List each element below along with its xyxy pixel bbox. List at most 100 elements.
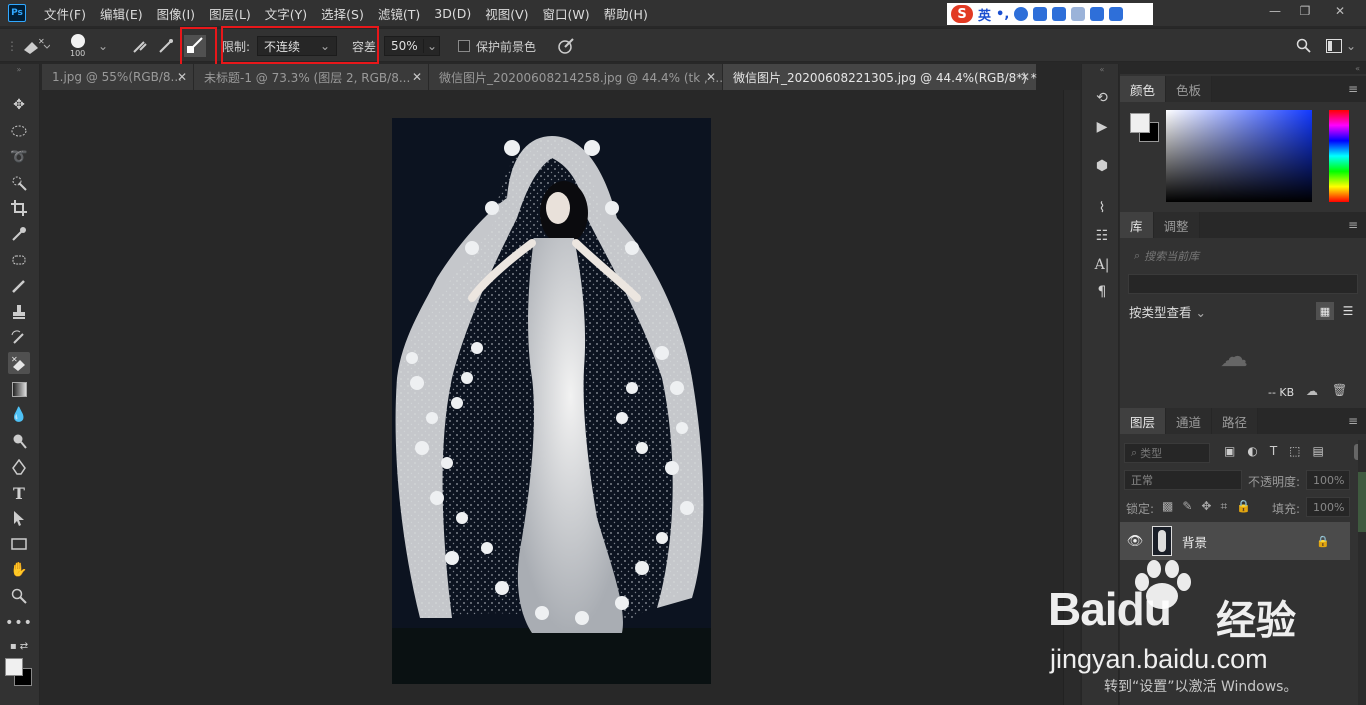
shape-filter-icon[interactable]: ⬚ (1289, 444, 1300, 458)
fg-color-chip[interactable] (1130, 113, 1150, 133)
menu-window[interactable]: 窗口(W) (543, 4, 590, 23)
trash-icon[interactable]: 🗑 (1332, 383, 1347, 397)
more-tools-icon[interactable]: ••• (5, 612, 32, 634)
foreground-color-swatch[interactable] (5, 658, 23, 676)
blend-mode-select[interactable]: 正常 (1124, 470, 1242, 490)
tab-layers[interactable]: 图层 (1120, 408, 1167, 434)
blur-tool-icon[interactable]: 💧 (8, 404, 30, 426)
close-icon[interactable]: ✕ (706, 70, 716, 84)
tab-document-4[interactable]: 微信图片_20200608221305.jpg @ 44.4%(RGB/8*) … (723, 64, 1037, 90)
ime-punct[interactable]: •, (996, 7, 1009, 22)
menu-image[interactable]: 图像(I) (157, 4, 195, 23)
minimize-icon[interactable]: — (1260, 0, 1290, 22)
color-field[interactable] (1166, 110, 1312, 202)
cloud-sync-icon[interactable]: ☁ (1306, 384, 1318, 398)
type-filter-icon[interactable]: T (1270, 444, 1277, 458)
history-panel-icon[interactable]: ⟲ (1092, 88, 1112, 108)
menu-view[interactable]: 视图(V) (485, 4, 528, 23)
properties-panel-icon[interactable]: ☷ (1092, 226, 1112, 246)
character-panel-icon[interactable]: A| (1092, 255, 1112, 275)
tool-preset-picker[interactable]: ✕ (20, 29, 50, 63)
keyboard-icon[interactable] (1052, 7, 1067, 21)
collapse-arrows-icon[interactable]: « (1092, 64, 1112, 74)
quick-selection-tool-icon[interactable] (8, 172, 30, 194)
default-colors-icon[interactable]: ▪ ⇄ (8, 638, 30, 654)
tab-adjustments[interactable]: 调整 (1153, 212, 1200, 238)
type-tool-icon[interactable]: T (8, 482, 30, 504)
lasso-tool-icon[interactable]: ➰ (8, 146, 30, 168)
search-icon[interactable] (1296, 29, 1312, 63)
opacity-input[interactable]: 100% (1306, 470, 1350, 490)
eyedropper-tool-icon[interactable] (8, 223, 30, 245)
menu-select[interactable]: 选择(S) (321, 4, 364, 23)
panel-menu-icon[interactable]: ≡ (1348, 82, 1358, 96)
close-icon[interactable]: ✕ (177, 70, 187, 84)
tab-channels[interactable]: 通道 (1166, 408, 1213, 434)
history-brush-tool-icon[interactable] (8, 327, 30, 349)
microphone-icon[interactable] (1033, 7, 1048, 21)
3d-panel-icon[interactable]: ⬢ (1092, 156, 1112, 176)
lock-position-icon[interactable]: ✥ (1201, 499, 1211, 514)
grid-icon[interactable] (1109, 7, 1124, 21)
close-icon[interactable]: ✕ (412, 70, 422, 84)
restore-icon[interactable]: ❐ (1290, 0, 1320, 22)
checkbox-box[interactable] (458, 40, 470, 52)
marquee-tool-icon[interactable] (8, 120, 30, 142)
move-tool-icon[interactable]: ✥ (8, 94, 30, 116)
brush-tool-icon[interactable] (8, 275, 30, 297)
path-selection-tool-icon[interactable] (8, 507, 30, 529)
menu-filter[interactable]: 滤镜(T) (378, 4, 420, 23)
fill-input[interactable]: 100% (1306, 497, 1350, 517)
lock-transparent-icon[interactable]: ▩ (1162, 499, 1173, 514)
sampling-once-icon[interactable] (156, 29, 176, 63)
chevron-down-icon[interactable]: ⌄ (422, 39, 437, 53)
lock-pixels-icon[interactable]: ✎ (1182, 499, 1192, 514)
user-icon[interactable] (1071, 7, 1086, 21)
menu-help[interactable]: 帮助(H) (604, 4, 648, 23)
panel-resize-grip-icon[interactable] (1358, 472, 1366, 532)
tab-libraries[interactable]: 库 (1120, 212, 1154, 238)
menu-3d[interactable]: 3D(D) (434, 6, 471, 21)
workspace-switcher[interactable]: ⌄ (1326, 29, 1356, 63)
adjustment-filter-icon[interactable]: ◐ (1247, 444, 1257, 458)
protect-foreground-checkbox[interactable]: 保护前景色 (458, 29, 536, 63)
close-icon[interactable]: ✕ (1020, 70, 1030, 84)
library-search-input[interactable]: ⌕ 搜索当前库 (1128, 246, 1358, 266)
ime-mode[interactable]: 英 (978, 5, 991, 24)
tab-document-2[interactable]: 未标题-1 @ 73.3% (图层 2, RGB/8... ✕ (194, 64, 429, 90)
hue-slider[interactable] (1329, 110, 1349, 202)
emoji-icon[interactable] (1014, 7, 1029, 21)
sogou-logo-icon[interactable]: S (951, 5, 973, 23)
paragraph-panel-icon[interactable]: ¶ (1092, 282, 1112, 302)
close-icon[interactable]: ✕ (1325, 0, 1355, 22)
rectangle-tool-icon[interactable] (8, 533, 30, 555)
skin-icon[interactable] (1090, 7, 1105, 21)
layer-filter-select[interactable]: ⌕ 类型 (1124, 443, 1210, 463)
background-eraser-tool-icon[interactable]: ✕ (8, 352, 30, 374)
menu-file[interactable]: 文件(F) (44, 4, 86, 23)
collapse-arrows-icon[interactable]: » (8, 64, 30, 74)
pixel-filter-icon[interactable]: ▣ (1224, 444, 1235, 458)
lock-artboard-icon[interactable]: ⌗ (1220, 499, 1227, 514)
tolerance-input[interactable]: 50% ⌄ (384, 36, 440, 56)
brush-size-picker[interactable]: 100 (70, 29, 85, 63)
layer-row-background[interactable]: 👁 背景 🔒 (1120, 522, 1350, 560)
tab-document-1[interactable]: 1.jpg @ 55%(RGB/8... ✕ (42, 64, 194, 90)
zoom-tool-icon[interactable] (8, 585, 30, 607)
library-select[interactable] (1128, 274, 1358, 294)
document-image[interactable] (392, 118, 711, 684)
list-view-icon[interactable]: ☰ (1339, 302, 1357, 320)
view-by-type[interactable]: 按类型查看 ⌄ (1129, 302, 1206, 321)
brushes-panel-icon[interactable]: ⌇ (1092, 198, 1112, 218)
crop-tool-icon[interactable] (8, 197, 30, 219)
clone-stamp-tool-icon[interactable] (8, 301, 30, 323)
smart-object-filter-icon[interactable]: ▤ (1313, 444, 1324, 458)
gradient-tool-icon[interactable] (8, 378, 30, 400)
dodge-tool-icon[interactable] (8, 430, 30, 452)
pressure-size-icon[interactable] (556, 29, 576, 63)
sampling-continuous-icon[interactable] (130, 29, 150, 63)
lock-all-icon[interactable]: 🔒 (1236, 499, 1251, 514)
chevron-down-icon[interactable]: ⌄ (98, 29, 108, 63)
actions-panel-icon[interactable]: ▶ (1092, 117, 1112, 137)
pen-tool-icon[interactable] (8, 456, 30, 478)
